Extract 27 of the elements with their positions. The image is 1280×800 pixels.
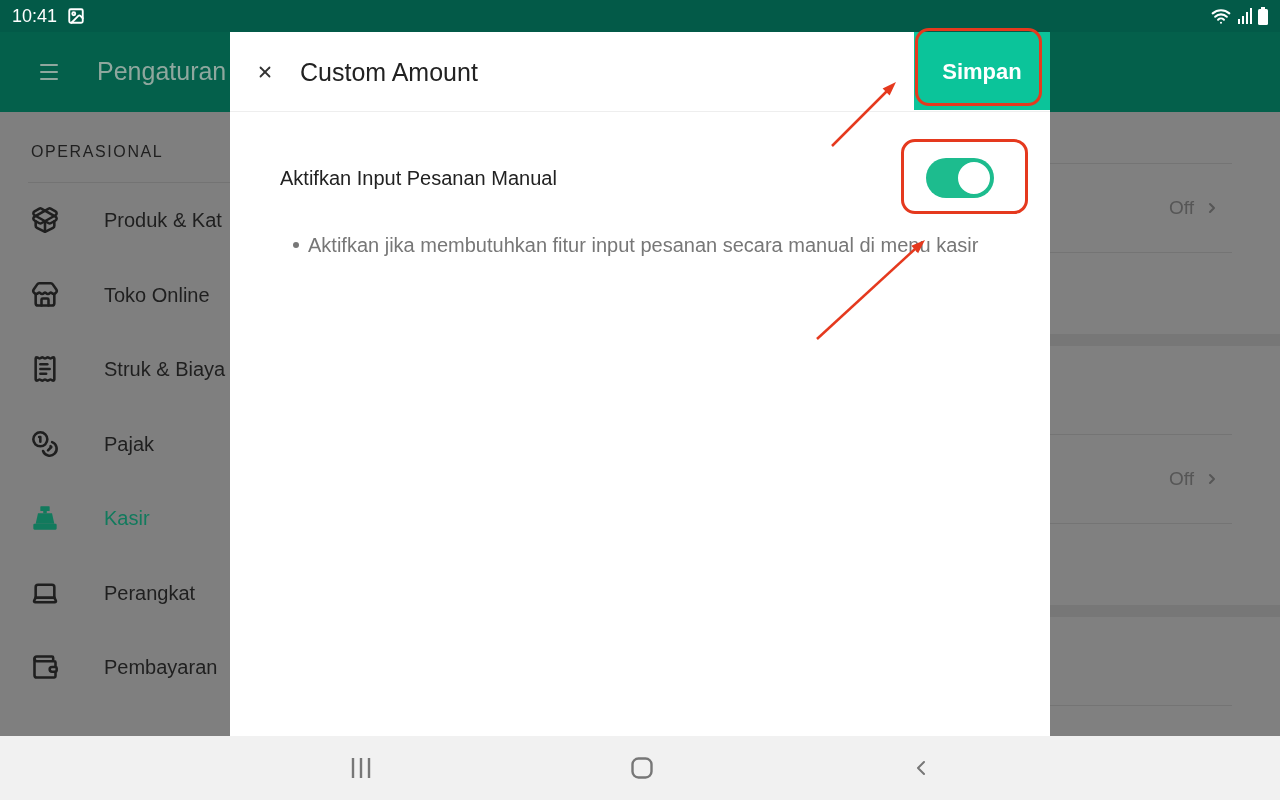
open-box-icon <box>31 206 59 235</box>
battery-icon <box>1258 7 1268 25</box>
section-title: OPERASIONAL <box>31 142 165 162</box>
sidebar-item[interactable]: Perangkat <box>104 579 196 606</box>
bullet-icon <box>293 242 299 248</box>
dialog-title: Custom Amount <box>300 57 478 87</box>
recent-apps-icon[interactable] <box>351 758 371 778</box>
wallet-icon <box>31 653 59 682</box>
sidebar-item[interactable]: Toko Online <box>104 281 210 308</box>
storefront-icon <box>31 280 59 309</box>
cash-register-icon <box>31 504 59 533</box>
toggle-switch[interactable] <box>926 158 994 198</box>
sidebar-item[interactable]: Struk & Biaya <box>104 356 226 383</box>
wifi-icon <box>1210 6 1232 26</box>
sidebar-item[interactable]: Pembayaran <box>104 654 218 681</box>
image-icon <box>67 7 86 25</box>
coins-icon <box>31 429 59 458</box>
home-icon[interactable] <box>631 757 653 779</box>
sidebar-item[interactable]: Produk & Kat <box>104 207 222 234</box>
setting-label: Aktifkan Input Pesanan Manual <box>280 166 557 191</box>
signal-icon <box>1238 8 1252 24</box>
sidebar-item[interactable]: Pajak <box>104 430 155 457</box>
save-button[interactable]: Simpan <box>914 32 1050 110</box>
app-title: Pengaturan <box>97 56 227 88</box>
clock-time: 10:41 <box>12 5 58 27</box>
receipt-icon <box>31 355 59 384</box>
annotation-arrow <box>830 80 898 148</box>
